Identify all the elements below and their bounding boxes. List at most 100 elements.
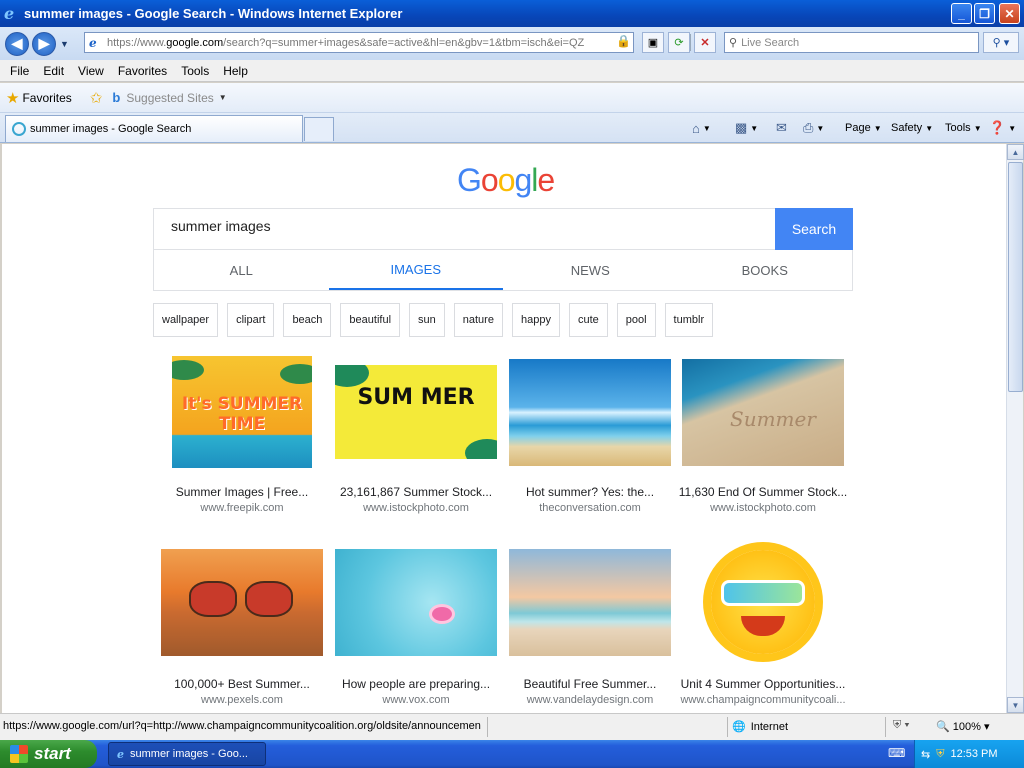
new-tab-button[interactable] bbox=[304, 117, 334, 141]
compatibility-view-icon[interactable]: ▣ bbox=[642, 32, 664, 53]
tab-images[interactable]: IMAGES bbox=[328, 250, 503, 290]
scroll-up-arrow[interactable]: ▲ bbox=[1007, 144, 1024, 160]
result-title[interactable]: Beautiful Free Summer... bbox=[505, 677, 675, 691]
protected-mode-icon[interactable]: ⛨ ▾ bbox=[893, 719, 910, 732]
tab-news[interactable]: NEWS bbox=[503, 250, 678, 290]
network-icon[interactable]: ⇆ bbox=[921, 748, 930, 761]
tab-all[interactable]: ALL bbox=[154, 250, 329, 290]
result-title[interactable]: Summer Images | Free... bbox=[157, 485, 327, 499]
menu-tools[interactable]: Tools bbox=[181, 64, 209, 78]
result-title[interactable]: How people are preparing... bbox=[331, 677, 501, 691]
chip-beach[interactable]: beach bbox=[283, 303, 332, 337]
security-zone[interactable]: 🌐 Internet bbox=[732, 720, 788, 734]
address-bar[interactable]: e https://www.google.com/search?q=summer… bbox=[84, 32, 691, 53]
status-url: https://www.google.com/url?q=http://www.… bbox=[3, 720, 481, 732]
close-button[interactable]: ✕ bbox=[999, 3, 1020, 24]
favorites-button[interactable]: Favorites bbox=[22, 91, 71, 105]
safety-menu[interactable]: Safety ▼ bbox=[891, 119, 933, 137]
google-logo[interactable]: Google bbox=[457, 162, 555, 199]
forward-button[interactable]: ▶ bbox=[32, 31, 56, 56]
result-source[interactable]: www.champaigncommunitycoali... bbox=[678, 694, 848, 706]
result-thumbnail[interactable] bbox=[509, 358, 671, 466]
result-thumbnail[interactable]: SUM MER bbox=[335, 365, 497, 459]
chip-pool[interactable]: pool bbox=[616, 303, 656, 337]
live-search-input[interactable]: ⚲ Live Search bbox=[724, 32, 979, 53]
minimize-button[interactable]: _ bbox=[951, 3, 972, 24]
result-thumbnail[interactable] bbox=[693, 532, 833, 672]
suggested-sites-link[interactable]: Suggested Sites bbox=[126, 91, 213, 105]
address-url[interactable]: https://www.google.com/search?q=summer+i… bbox=[107, 37, 597, 49]
image-result[interactable]: It's SUMMER TIME Summer Images | Free...… bbox=[157, 349, 327, 514]
result-source[interactable]: www.istockphoto.com bbox=[678, 502, 848, 514]
chip-sun[interactable]: sun bbox=[409, 303, 445, 337]
image-result[interactable]: SUM MER 23,161,867 Summer Stock... www.i… bbox=[331, 349, 501, 514]
chip-happy[interactable]: happy bbox=[511, 303, 560, 337]
result-title[interactable]: Hot summer? Yes: the... bbox=[505, 485, 675, 499]
chip-tumblr[interactable]: tumblr bbox=[664, 303, 714, 337]
result-title[interactable]: 11,630 End Of Summer Stock... bbox=[678, 485, 848, 499]
chip-clipart[interactable]: clipart bbox=[227, 303, 275, 337]
start-button[interactable]: start bbox=[0, 740, 97, 768]
menu-file[interactable]: File bbox=[10, 64, 29, 78]
scroll-down-arrow[interactable]: ▼ bbox=[1007, 697, 1024, 713]
clock[interactable]: 12:53 PM bbox=[950, 748, 997, 760]
menu-view[interactable]: View bbox=[78, 64, 104, 78]
refresh-icon[interactable]: ⟳ bbox=[668, 32, 690, 53]
chip-wallpaper[interactable]: wallpaper bbox=[153, 303, 219, 337]
system-tray: ⇆ ⛨ 12:53 PM bbox=[914, 740, 1024, 768]
image-result[interactable]: Hot summer? Yes: the... theconversation.… bbox=[505, 349, 675, 514]
result-thumbnail[interactable] bbox=[335, 548, 497, 656]
keyboard-icon[interactable]: ⌨ bbox=[888, 746, 905, 760]
favorites-star-icon[interactable]: ★ bbox=[6, 89, 19, 107]
search-go-button[interactable]: ⚲ ▾ bbox=[983, 32, 1019, 53]
back-button[interactable]: ◀ bbox=[5, 31, 29, 56]
result-source[interactable]: www.vox.com bbox=[331, 694, 501, 706]
page-menu[interactable]: Page ▼ bbox=[845, 119, 882, 137]
lock-icon[interactable]: 🔒 bbox=[616, 34, 631, 48]
image-result[interactable]: Beautiful Free Summer... www.vandelaydes… bbox=[505, 537, 675, 706]
zoom-level[interactable]: 🔍 100% ▾ bbox=[936, 720, 989, 733]
read-mail-button[interactable]: ✉ bbox=[776, 119, 787, 137]
image-result[interactable]: 100,000+ Best Summer... www.pexels.com bbox=[157, 537, 327, 706]
result-title[interactable]: 23,161,867 Summer Stock... bbox=[331, 485, 501, 499]
chip-beautiful[interactable]: beautiful bbox=[340, 303, 401, 337]
vertical-scrollbar[interactable]: ▲ ▼ bbox=[1006, 144, 1024, 713]
add-to-favorites-bar-icon[interactable]: ✩ bbox=[90, 89, 103, 107]
chip-cute[interactable]: cute bbox=[568, 303, 608, 337]
maximize-button[interactable]: ❐ bbox=[974, 3, 995, 24]
tab-books[interactable]: BOOKS bbox=[678, 250, 853, 290]
result-source[interactable]: www.pexels.com bbox=[157, 694, 327, 706]
stop-icon[interactable]: ✕ bbox=[694, 32, 716, 53]
browser-tab-active[interactable]: summer images - Google Search bbox=[5, 115, 303, 142]
taskbar-item-ie[interactable]: e summer images - Goo... bbox=[108, 742, 266, 766]
feeds-button[interactable]: ▩ ▼ bbox=[735, 119, 758, 137]
home-button[interactable]: ⌂ ▼ bbox=[692, 119, 711, 137]
google-search-input[interactable]: summer images bbox=[153, 208, 775, 250]
recent-pages-dropdown[interactable]: ▼ bbox=[60, 39, 69, 49]
result-thumbnail[interactable] bbox=[161, 548, 323, 656]
help-button[interactable]: ❓ ▼ bbox=[989, 119, 1016, 137]
security-shield-icon[interactable]: ⛨ bbox=[936, 748, 944, 761]
suggested-sites-dropdown[interactable]: ▼ bbox=[219, 93, 227, 102]
result-source[interactable]: www.freepik.com bbox=[157, 502, 327, 514]
print-button[interactable]: ⎙ ▼ bbox=[803, 119, 824, 137]
menu-favorites[interactable]: Favorites bbox=[118, 64, 167, 78]
result-title[interactable]: Unit 4 Summer Opportunities... bbox=[678, 677, 848, 691]
image-result[interactable]: Unit 4 Summer Opportunities... www.champ… bbox=[678, 537, 848, 706]
result-source[interactable]: www.istockphoto.com bbox=[331, 502, 501, 514]
result-thumbnail[interactable] bbox=[509, 548, 671, 656]
result-source[interactable]: www.vandelaydesign.com bbox=[505, 694, 675, 706]
result-thumbnail[interactable]: It's SUMMER TIME bbox=[172, 356, 312, 468]
menu-edit[interactable]: Edit bbox=[43, 64, 64, 78]
tools-menu[interactable]: Tools ▼ bbox=[945, 119, 982, 137]
windows-flag-icon bbox=[10, 745, 28, 763]
result-source[interactable]: theconversation.com bbox=[505, 502, 675, 514]
scrollbar-thumb[interactable] bbox=[1008, 162, 1023, 392]
image-result[interactable]: How people are preparing... www.vox.com bbox=[331, 537, 501, 706]
menu-help[interactable]: Help bbox=[223, 64, 248, 78]
chip-nature[interactable]: nature bbox=[453, 303, 503, 337]
google-search-button[interactable]: Search bbox=[775, 208, 853, 250]
image-result[interactable]: Summer 11,630 End Of Summer Stock... www… bbox=[678, 349, 848, 514]
result-title[interactable]: 100,000+ Best Summer... bbox=[157, 677, 327, 691]
result-thumbnail[interactable]: Summer bbox=[682, 358, 844, 466]
